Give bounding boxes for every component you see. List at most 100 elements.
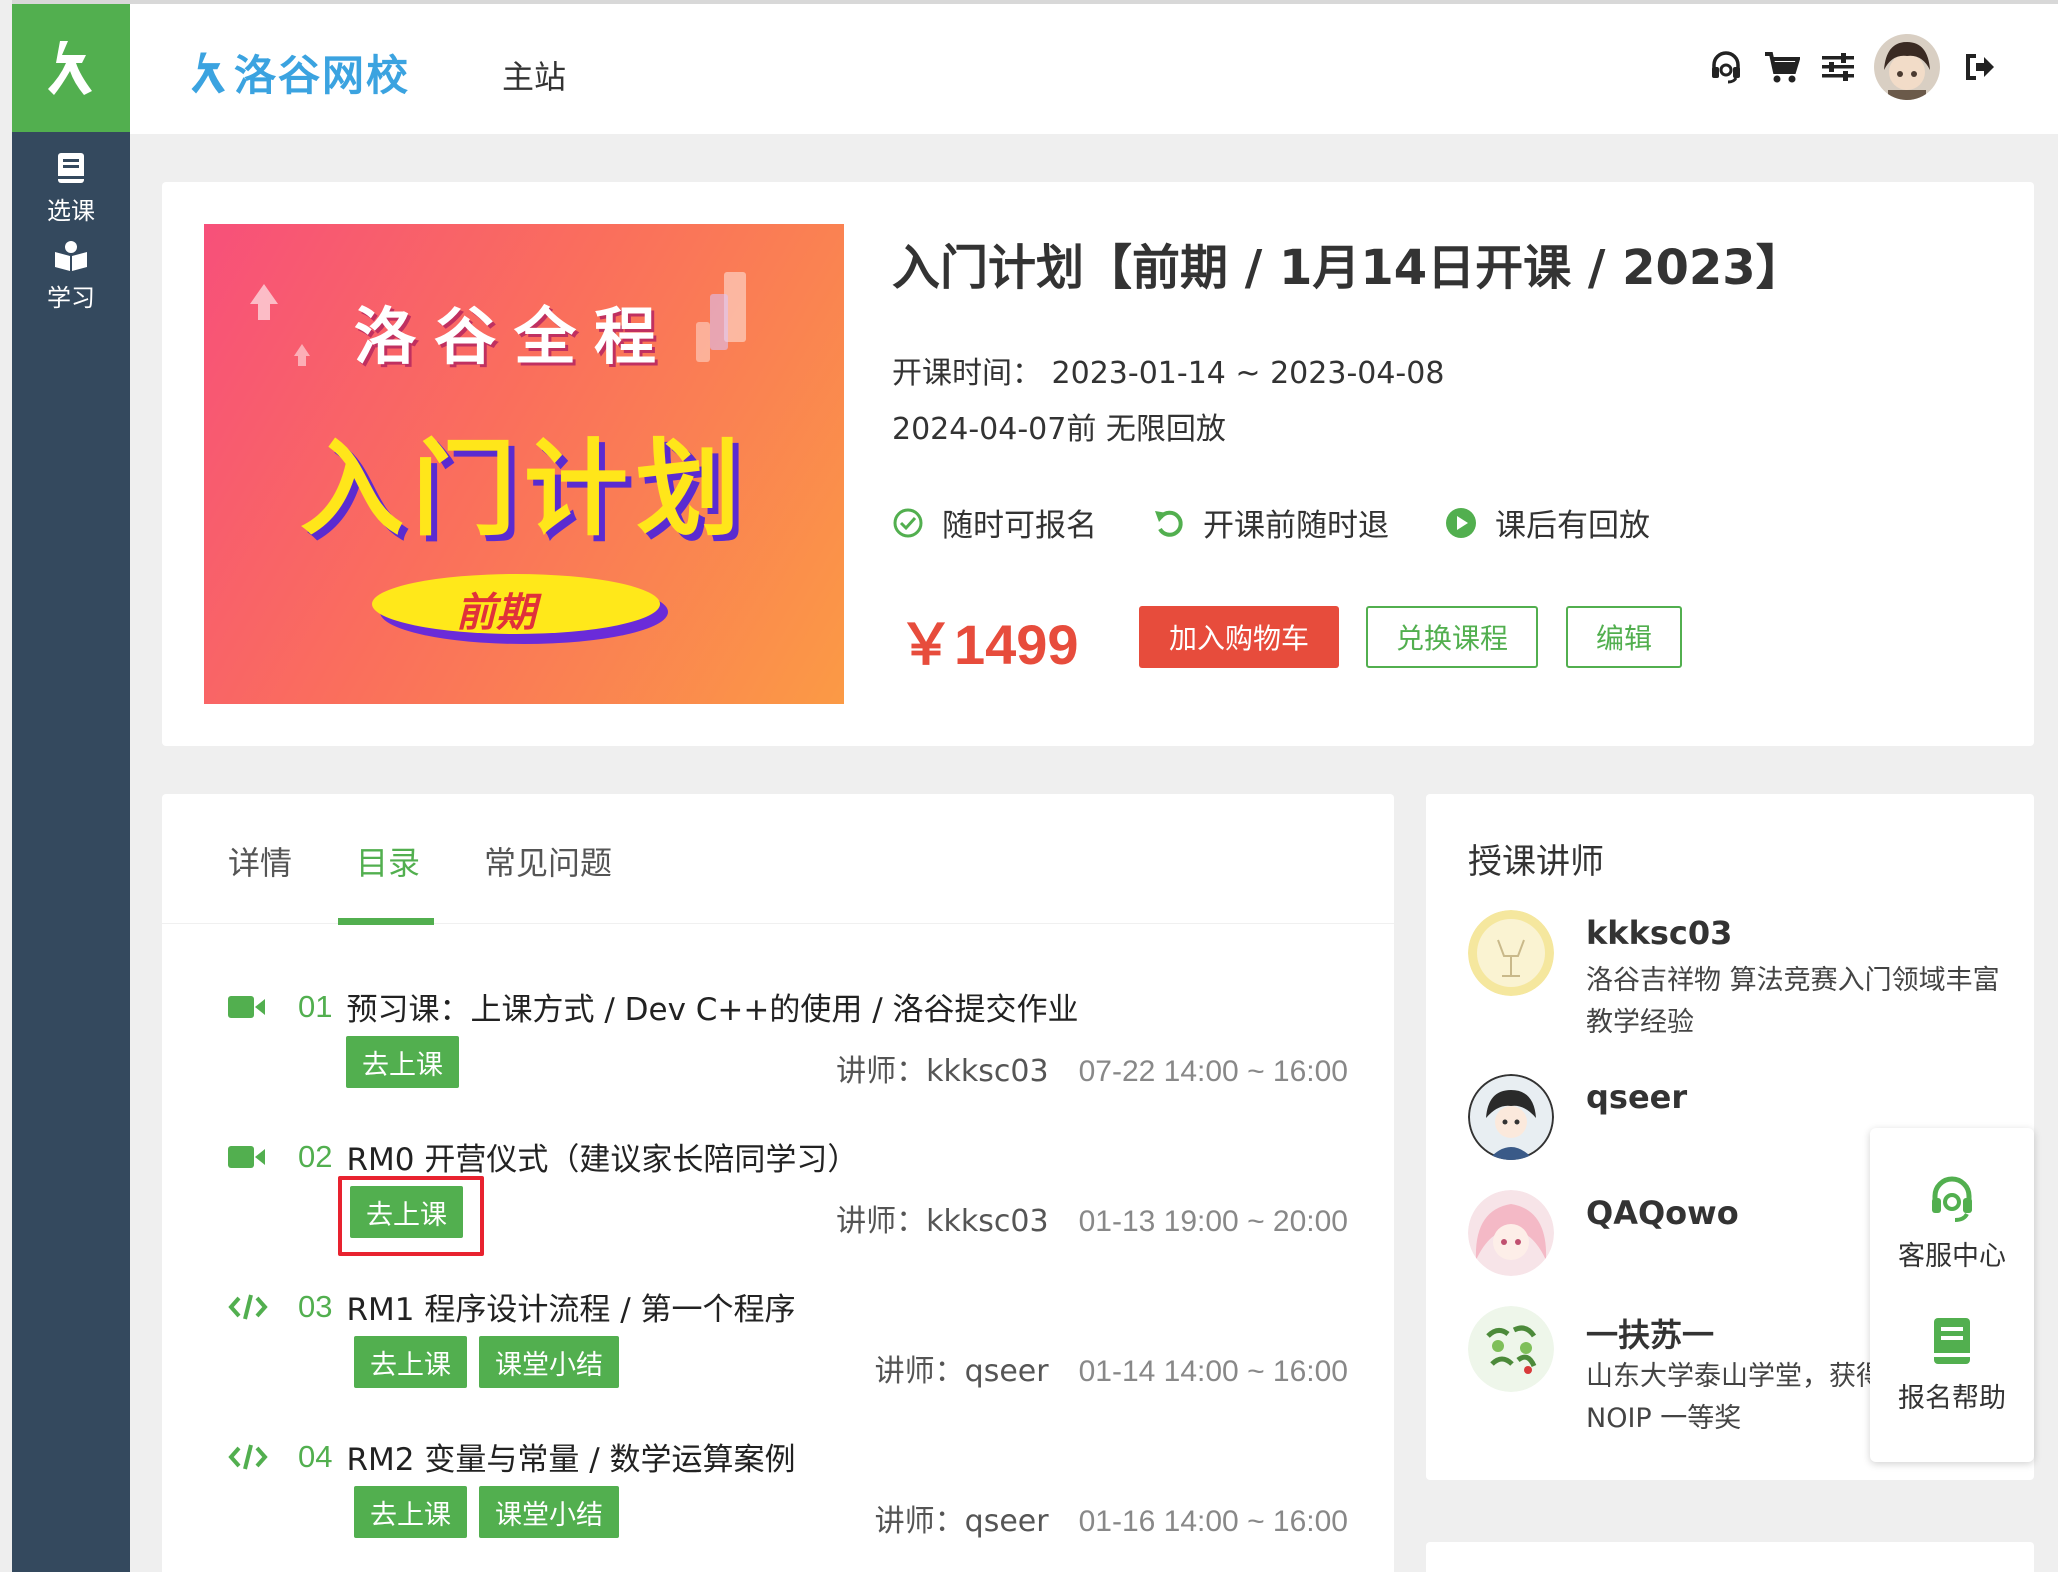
lesson-item: 03 RM1 程序设计流程 / 第一个程序 去上课 课堂小结 讲师：qseer 0… — [228, 1284, 1348, 1424]
redeem-course-button[interactable]: 兑换课程 — [1366, 606, 1538, 668]
signup-help-label: 报名帮助 — [1898, 1383, 2006, 1414]
settings-sliders-icon[interactable] — [1812, 39, 1864, 95]
code-icon — [228, 1443, 268, 1471]
window-left-border — [0, 0, 12, 1572]
next-card-top — [1426, 1542, 2034, 1572]
lesson-header: 02 RM0 开营仪式（建议家长陪同学习） — [228, 1134, 858, 1179]
learning-icon — [55, 240, 87, 271]
banner-big-title: 入门计划 — [300, 428, 749, 550]
highlight-box — [338, 1176, 484, 1256]
lesson-actions: 去上课 课堂小结 — [354, 1486, 631, 1538]
lesson-number: 04 — [298, 1438, 333, 1474]
teacher-name: qseer — [1586, 1078, 1688, 1116]
cart-icon[interactable] — [1756, 39, 1808, 95]
tab-catalog[interactable]: 目录 — [356, 838, 420, 884]
banner-tag: 前期 — [456, 590, 536, 636]
lesson-time: 01-13 19:00 ~ 20:00 — [1078, 1205, 1348, 1238]
lesson-header: 01 预习课：上课方式 / Dev C++的使用 / 洛谷提交作业 — [228, 984, 1079, 1029]
signup-help-button[interactable]: 报名帮助 — [1870, 1316, 2034, 1415]
lesson-number: 01 — [298, 988, 333, 1024]
lesson-header: 04 RM2 变量与常量 / 数学运算案例 — [228, 1434, 796, 1479]
lesson-teacher: 讲师：kkksc03 — [836, 1054, 1049, 1089]
feature-enroll-anytime: 随时可报名 — [892, 500, 1097, 545]
sidebar-item-label: 选课 — [47, 196, 95, 225]
brand-name: 洛谷网校 — [234, 51, 411, 100]
customer-service-label: 客服中心 — [1898, 1241, 2006, 1272]
avatar[interactable] — [1874, 34, 1940, 100]
teacher-avatar — [1468, 1306, 1554, 1392]
tab-details[interactable]: 详情 — [228, 838, 292, 884]
lesson-title: RM0 开营仪式（建议家长陪同学习） — [346, 1142, 859, 1178]
attend-class-button[interactable]: 去上课 — [354, 1486, 467, 1538]
add-to-cart-button[interactable]: 加入购物车 — [1139, 606, 1339, 668]
lesson-time: 01-14 14:00 ~ 16:00 — [1078, 1355, 1348, 1388]
lesson-teacher: 讲师：kkksc03 — [836, 1204, 1049, 1239]
logout-icon[interactable] — [1954, 39, 2006, 95]
teacher-desc: 洛谷吉祥物 算法竞赛入门领域丰富教学经验 — [1586, 965, 2000, 1038]
course-info-card: 洛谷全程 入门计划 前期 入门计划【前期 / 1月14日开课 / 2023】 开… — [162, 182, 2034, 746]
top-header: 洛谷网校 主站 — [130, 4, 2058, 134]
attend-class-button[interactable]: 去上课 — [354, 1336, 467, 1388]
teacher-desc: 山东大学泰山学堂，获得 NOIP 一等奖 — [1586, 1361, 1883, 1434]
video-icon — [228, 995, 268, 1019]
sidebar-item-learning[interactable]: 学习 — [12, 220, 130, 332]
lesson-header: 03 RM1 程序设计流程 / 第一个程序 — [228, 1284, 796, 1329]
course-schedule: 开课时间： 2023-01-14 ~ 2023-04-08 2024-04-07… — [892, 346, 1444, 458]
lesson-meta: 讲师：qseer 01-14 14:00 ~ 16:00 — [875, 1346, 1348, 1390]
lesson-time: 07-22 14:00 ~ 16:00 — [1078, 1055, 1348, 1088]
main-site-link[interactable]: 主站 — [502, 52, 566, 98]
course-features: 随时可报名 开课前随时退 课后有回放 — [892, 500, 1706, 545]
feature-label: 开课前随时退 — [1203, 508, 1389, 544]
book-icon — [1934, 1318, 1970, 1364]
video-icon — [228, 1145, 268, 1169]
course-replay-info: 2024-04-07前 无限回放 — [892, 412, 1226, 447]
lesson-meta: 讲师：kkksc03 01-13 19:00 ~ 20:00 — [836, 1196, 1348, 1240]
feature-replay: 课后有回放 — [1445, 500, 1650, 545]
lesson-title: 预习课：上课方式 / Dev C++的使用 / 洛谷提交作业 — [346, 992, 1079, 1028]
lesson-title: RM1 程序设计流程 / 第一个程序 — [346, 1292, 796, 1328]
course-time-range: 开课时间： 2023-01-14 ~ 2023-04-08 — [892, 356, 1445, 391]
brand[interactable]: 洛谷网校 — [190, 42, 410, 103]
customer-service-button[interactable]: 客服中心 — [1870, 1174, 2034, 1273]
lesson-teacher: 讲师：qseer — [874, 1504, 1049, 1539]
teacher-name: QAQowo — [1586, 1194, 1739, 1232]
code-icon — [228, 1293, 268, 1321]
course-title: 入门计划【前期 / 1月14日开课 / 2023】 — [892, 240, 1804, 296]
lesson-title: RM2 变量与常量 / 数学运算案例 — [346, 1442, 796, 1478]
lesson-actions: 去上课 课堂小结 — [354, 1336, 631, 1388]
teachers-title: 授课讲师 — [1468, 842, 1604, 882]
class-summary-button[interactable]: 课堂小结 — [479, 1336, 619, 1388]
undo-icon — [1153, 507, 1185, 539]
book-icon — [58, 152, 84, 183]
teacher-name: 一扶苏一 — [1586, 1316, 1715, 1354]
course-catalog-card: 详情 目录 常见问题 01 预习课：上课方式 / Dev C++的使用 / 洛谷… — [162, 794, 1394, 1572]
lesson-meta: 讲师：kkksc03 07-22 14:00 ~ 16:00 — [836, 1046, 1348, 1090]
active-tab-indicator — [338, 918, 434, 925]
luogu-brand-icon — [191, 51, 225, 94]
teacher-avatar — [1468, 1074, 1554, 1160]
course-price: ￥1499 — [898, 613, 1079, 676]
headset-icon[interactable] — [1700, 39, 1752, 95]
lesson-item: 02 RM0 开营仪式（建议家长陪同学习） 去上课 讲师：kkksc03 01-1… — [228, 1134, 1348, 1274]
teacher-avatar — [1468, 1190, 1554, 1276]
lesson-teacher: 讲师：qseer — [874, 1354, 1049, 1389]
lesson-number: 03 — [298, 1288, 333, 1324]
sidebar: 选课 学习 — [12, 4, 130, 1572]
lesson-item: 01 预习课：上课方式 / Dev C++的使用 / 洛谷提交作业 去上课 讲师… — [228, 984, 1348, 1124]
class-summary-button[interactable]: 课堂小结 — [479, 1486, 619, 1538]
lesson-time: 01-16 14:00 ~ 16:00 — [1078, 1505, 1348, 1538]
luogu-logo[interactable] — [12, 4, 130, 132]
sidebar-item-label: 学习 — [47, 283, 95, 312]
edit-button[interactable]: 编辑 — [1566, 606, 1682, 668]
lesson-item: 04 RM2 变量与常量 / 数学运算案例 去上课 课堂小结 讲师：qseer 0… — [228, 1434, 1348, 1572]
tab-faq[interactable]: 常见问题 — [484, 838, 612, 884]
headset-icon — [1932, 1176, 1972, 1222]
feature-label: 随时可报名 — [942, 508, 1097, 544]
play-circle-icon — [1445, 507, 1477, 539]
lesson-number: 02 — [298, 1138, 333, 1174]
attend-class-button[interactable]: 去上课 — [346, 1036, 459, 1088]
feature-label: 课后有回放 — [1495, 508, 1650, 544]
lesson-actions: 去上课 — [346, 1036, 471, 1088]
banner-brand-line: 洛谷全程 — [354, 300, 675, 373]
course-tabs: 详情 目录 常见问题 — [162, 794, 1394, 925]
